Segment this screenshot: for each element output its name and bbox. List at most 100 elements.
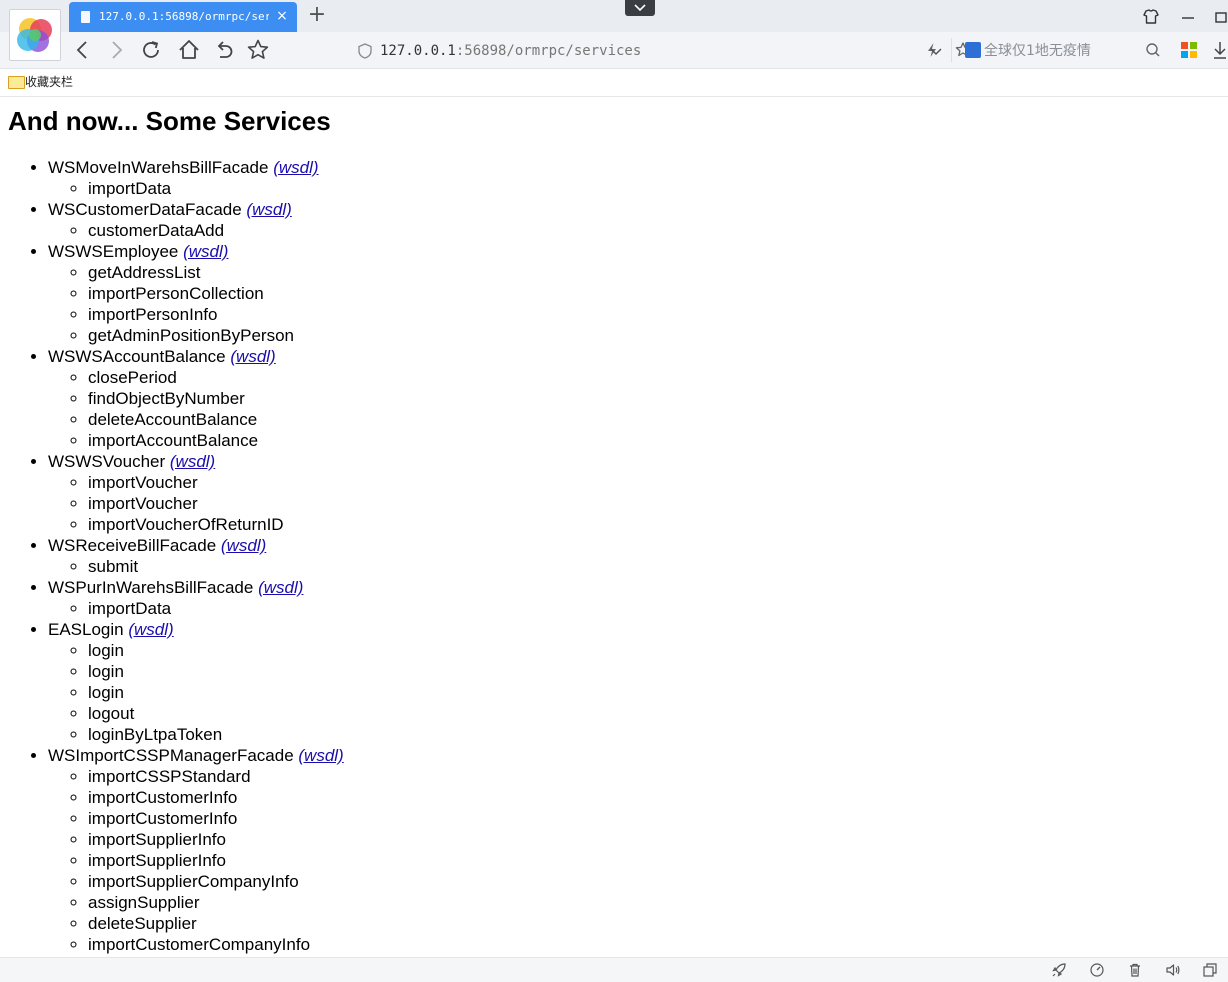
shirt-skin-icon[interactable] (1140, 6, 1162, 28)
page-title: And now... Some Services (8, 106, 331, 136)
operation-list: closePeriodfindObjectByNumberdeleteAccou… (48, 367, 344, 451)
wsdl-link[interactable]: (wsdl) (183, 242, 228, 261)
volume-icon[interactable] (1165, 962, 1181, 978)
operation-item: importSupplierInfo (88, 850, 344, 871)
operation-list: importCSSPStandardimportCustomerInfoimpo… (48, 766, 344, 955)
operation-item: deleteSupplier (88, 913, 344, 934)
operation-item: importPersonCollection (88, 283, 344, 304)
tab-title: 127.0.0.1:56898/ormrpc/serv... (99, 10, 269, 23)
service-name: WSImportCSSPManagerFacade (48, 746, 294, 765)
minimize-icon[interactable] (1177, 6, 1199, 28)
operation-item: importAccountBalance (88, 430, 344, 451)
service-name: WSMoveInWarehsBillFacade (48, 158, 269, 177)
operation-item: logout (88, 703, 344, 724)
maximize-icon[interactable] (1212, 6, 1228, 28)
apps-grid-icon[interactable] (1180, 41, 1198, 63)
download-icon[interactable] (1212, 40, 1228, 64)
operation-item: login (88, 682, 344, 703)
operation-item: deleteAccountBalance (88, 409, 344, 430)
back-arrow-icon[interactable] (70, 37, 96, 63)
bookmarks-bar: 收藏夹栏 (0, 69, 1228, 97)
bookmarks-bar-label[interactable]: 收藏夹栏 (25, 74, 73, 90)
service-item: WSReceiveBillFacade (wsdl)submit (48, 535, 344, 577)
search-box[interactable]: 全球仅1地无疫情 (962, 34, 1172, 66)
operation-item: submit (88, 556, 344, 577)
search-placeholder[interactable]: 全球仅1地无疫情 (984, 42, 1091, 60)
operation-list: importData (48, 178, 344, 199)
service-name: WSWSVoucher (48, 452, 166, 471)
trash-icon[interactable] (1127, 962, 1143, 978)
wsdl-link[interactable]: (wsdl) (170, 452, 215, 471)
operation-item: importVoucher (88, 493, 344, 514)
search-icon[interactable] (1145, 42, 1161, 62)
baidu-paw-icon (965, 42, 981, 58)
service-item: WSWSVoucher (wsdl)importVoucherimportVou… (48, 451, 344, 535)
operation-item: importPersonInfo (88, 304, 344, 325)
tab-menu-chevron-icon[interactable] (625, 0, 655, 16)
window-restore-icon[interactable] (1202, 962, 1218, 978)
toolbar-divider (951, 38, 952, 62)
service-name: WSPurInWarehsBillFacade (48, 578, 254, 597)
browser-toolbar: 127.0.0.1:56898/ormrpc/serv... × + (0, 0, 1228, 69)
navigation-bar: 127.0.0.1:56898/ormrpc/services 全球仅1地无疫情 (60, 32, 1228, 68)
service-item: WSWSEmployee (wsdl)getAddressListimportP… (48, 241, 344, 346)
operation-item: getAdminPositionByPerson (88, 325, 344, 346)
wsdl-link[interactable]: (wsdl) (246, 200, 291, 219)
operation-item: importData (88, 598, 344, 619)
shield-icon (358, 43, 372, 63)
undo-icon[interactable] (211, 37, 237, 63)
operation-item: login (88, 640, 344, 661)
speed-gauge-icon[interactable] (1089, 962, 1105, 978)
operation-item: importCustomerInfo (88, 808, 344, 829)
wsdl-link[interactable]: (wsdl) (128, 620, 173, 639)
service-name: EASLogin (48, 620, 124, 639)
service-item: WSPurInWarehsBillFacade (wsdl)importData (48, 577, 344, 619)
wsdl-link[interactable]: (wsdl) (298, 746, 343, 765)
tab-close-icon[interactable]: × (273, 7, 291, 25)
wsdl-link[interactable]: (wsdl) (273, 158, 318, 177)
page-content: And now... Some Services WSMoveInWarehsB… (0, 97, 1228, 957)
address-bar[interactable]: 127.0.0.1:56898/ormrpc/services (352, 34, 971, 66)
wsdl-link[interactable]: (wsdl) (258, 578, 303, 597)
service-item: WSMoveInWarehsBillFacade (wsdl)importDat… (48, 157, 344, 199)
operation-item: closePeriod (88, 367, 344, 388)
forward-arrow-icon[interactable] (103, 37, 129, 63)
home-icon[interactable] (176, 37, 202, 63)
wsdl-link[interactable]: (wsdl) (221, 536, 266, 555)
browser-logo[interactable] (9, 9, 61, 61)
favorite-star-icon[interactable] (245, 37, 271, 63)
folder-icon (8, 76, 25, 89)
service-name: WSReceiveBillFacade (48, 536, 217, 555)
operation-item: findObjectByNumber (88, 388, 344, 409)
tab-active[interactable]: 127.0.0.1:56898/ormrpc/serv... × (69, 2, 297, 32)
operation-item: importVoucher (88, 472, 344, 493)
new-tab-button[interactable]: + (306, 4, 328, 26)
service-item: EASLogin (wsdl)loginloginloginlogoutlogi… (48, 619, 344, 745)
rocket-icon[interactable] (1051, 962, 1067, 978)
operation-item: assignSupplier (88, 892, 344, 913)
operation-item: customerDataAdd (88, 220, 344, 241)
operation-list: getAddressListimportPersonCollectionimpo… (48, 262, 344, 346)
operation-list: submit (48, 556, 344, 577)
page-icon (81, 11, 90, 23)
service-name: WSCustomerDataFacade (48, 200, 242, 219)
operation-list: importData (48, 598, 344, 619)
operation-item: importCustomerInfo (88, 787, 344, 808)
wsdl-link[interactable]: (wsdl) (230, 347, 275, 366)
operation-list: customerDataAdd (48, 220, 344, 241)
service-item: WSWSAccountBalance (wsdl)closePeriodfind… (48, 346, 344, 451)
status-bar (0, 957, 1228, 982)
operation-item: importSupplierInfo (88, 829, 344, 850)
url-host: 127.0.0.1 (380, 43, 456, 59)
service-list: WSMoveInWarehsBillFacade (wsdl)importDat… (0, 157, 344, 955)
service-name: WSWSAccountBalance (48, 347, 226, 366)
refresh-icon[interactable] (138, 37, 164, 63)
tab-strip: 127.0.0.1:56898/ormrpc/serv... × + (0, 0, 1228, 32)
operation-item: importCustomerCompanyInfo (88, 934, 344, 955)
service-name: WSWSEmployee (48, 242, 179, 261)
address-url[interactable]: 127.0.0.1:56898/ormrpc/services (380, 42, 641, 60)
operation-item: loginByLtpaToken (88, 724, 344, 745)
operation-item: importData (88, 178, 344, 199)
address-dropdown-chevron-icon[interactable] (929, 43, 943, 62)
url-path: :56898/ormrpc/services (455, 43, 642, 59)
